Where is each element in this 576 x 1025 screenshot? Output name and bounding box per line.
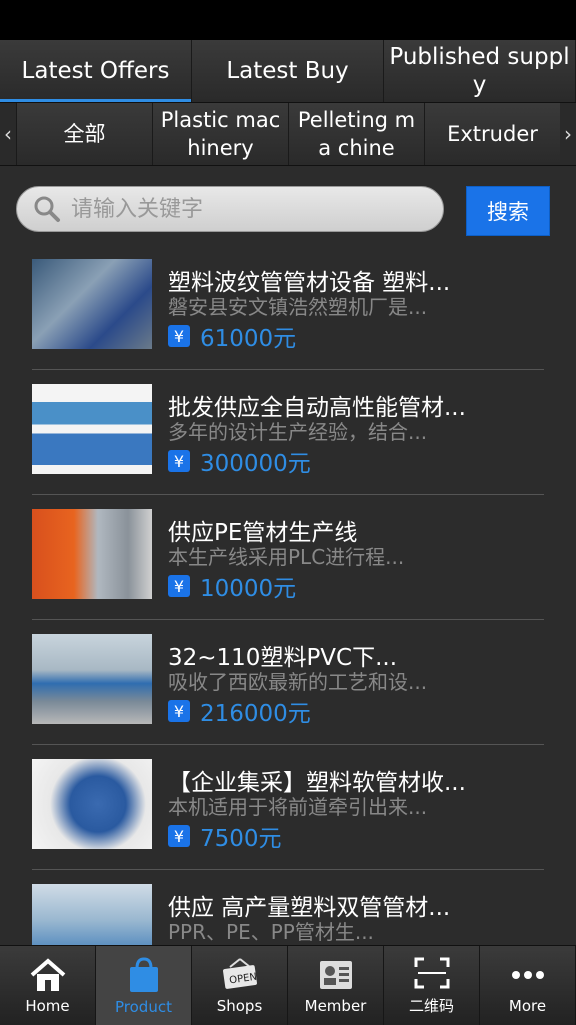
product-desc: 磐安县安文镇浩然塑机厂是...	[168, 295, 428, 319]
price-value: 216000元	[200, 701, 311, 727]
product-image	[32, 759, 152, 849]
product-desc: PPR、PE、PP管材生...	[168, 920, 374, 944]
product-list: 塑料波纹管管材设备 塑料... 磐安县安文镇浩然塑机厂是... ¥61000元 …	[0, 245, 576, 995]
list-item[interactable]: 【企业集采】塑料软管材收... 本机适用于将前道牵引出来... ¥7500元	[32, 745, 544, 870]
more-icon	[511, 970, 544, 979]
price-value: 10000元	[200, 576, 297, 602]
category-pelleting-machine[interactable]: Pelleting ma chine	[288, 103, 424, 165]
yen-icon: ¥	[168, 700, 190, 722]
yen-icon: ¥	[168, 575, 190, 597]
nav-label: More	[508, 996, 547, 1015]
list-item[interactable]: 塑料波纹管管材设备 塑料... 磐安县安文镇浩然塑机厂是... ¥61000元	[32, 245, 544, 370]
status-bar	[0, 0, 576, 40]
category-plastic-machinery[interactable]: Plastic mac hinery	[152, 103, 288, 165]
product-desc: 多年的设计生产经验，结合...	[168, 420, 428, 444]
search-box	[16, 186, 444, 232]
product-desc: 本生产线采用PLC进行程...	[168, 545, 405, 569]
nav-home[interactable]: Home	[0, 946, 96, 1025]
list-item[interactable]: 批发供应全自动高性能管材... 多年的设计生产经验，结合... ¥300000元	[32, 370, 544, 495]
price-value: 61000元	[200, 326, 297, 352]
bottom-nav: Home Product OPEN Shops Member 二维码 More	[0, 945, 576, 1025]
tab-published-supply[interactable]: Published suppl y	[384, 40, 576, 102]
nav-shops[interactable]: OPEN Shops	[192, 946, 288, 1025]
product-price: ¥61000元	[168, 319, 296, 353]
search-icon	[34, 196, 60, 222]
category-bar: ‹ 全部 Plastic mac hinery Pelleting ma chi…	[0, 103, 576, 166]
product-desc: 吸收了西欧最新的工艺和设...	[168, 670, 428, 694]
search-button[interactable]: 搜索	[466, 186, 550, 236]
chevron-left-icon[interactable]: ‹	[0, 103, 16, 165]
home-icon	[30, 957, 65, 991]
search-input[interactable]	[69, 195, 413, 223]
product-price: ¥10000元	[168, 569, 296, 603]
nav-label: Product	[115, 997, 172, 1016]
yen-icon: ¥	[168, 325, 190, 347]
product-image	[32, 384, 152, 474]
nav-member[interactable]: Member	[288, 946, 384, 1025]
chevron-right-icon[interactable]: ›	[560, 103, 576, 165]
product-price: ¥7500元	[168, 819, 282, 853]
qr-scan-icon	[414, 957, 449, 989]
top-tabs: Latest Offers Latest Buy Published suppl…	[0, 40, 576, 103]
price-value: 7500元	[200, 826, 282, 852]
nav-qrcode[interactable]: 二维码	[384, 946, 480, 1025]
tab-latest-buy[interactable]: Latest Buy	[192, 40, 384, 102]
product-image	[32, 259, 152, 349]
product-price: ¥300000元	[168, 444, 311, 478]
price-value: 300000元	[200, 451, 311, 477]
nav-more[interactable]: More	[480, 946, 576, 1025]
nav-label: Member	[304, 996, 367, 1015]
shopping-bag-icon	[129, 956, 158, 992]
tab-latest-offers[interactable]: Latest Offers	[0, 40, 192, 102]
list-item[interactable]: 32~110塑料PVC下... 吸收了西欧最新的工艺和设... ¥216000元	[32, 620, 544, 745]
yen-icon: ¥	[168, 825, 190, 847]
open-sign-icon: OPEN	[222, 957, 257, 989]
nav-product[interactable]: Product	[96, 946, 192, 1025]
yen-icon: ¥	[168, 450, 190, 472]
product-image	[32, 634, 152, 724]
product-image	[32, 509, 152, 599]
product-desc: 本机适用于将前道牵引出来...	[168, 795, 428, 819]
category-extruder[interactable]: Extruder	[424, 103, 560, 165]
nav-label: Shops	[216, 996, 263, 1015]
nav-label: 二维码	[408, 997, 454, 1015]
category-all[interactable]: 全部	[16, 103, 152, 165]
nav-label: Home	[25, 996, 70, 1015]
product-price: ¥216000元	[168, 694, 311, 728]
list-item[interactable]: 供应PE管材生产线 本生产线采用PLC进行程... ¥10000元	[32, 495, 544, 620]
id-card-icon	[319, 960, 352, 989]
